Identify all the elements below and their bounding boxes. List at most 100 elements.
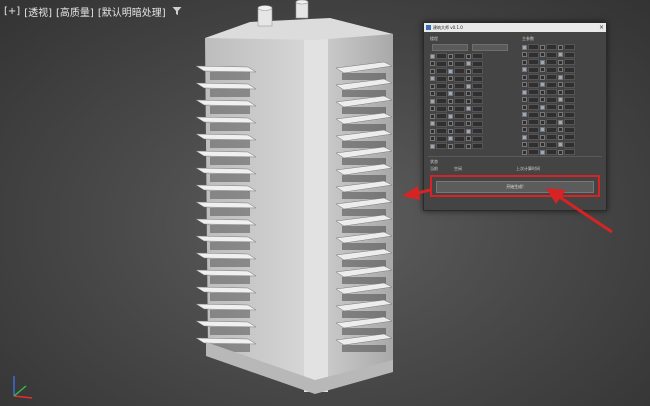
option-checkbox[interactable] [558, 67, 563, 72]
option-number-field[interactable] [436, 98, 447, 104]
option-checkbox[interactable] [540, 112, 545, 117]
option-checkbox[interactable] [466, 121, 471, 126]
option-number-field[interactable] [546, 66, 557, 73]
option-number-field[interactable] [528, 149, 539, 155]
option-number-field[interactable] [472, 83, 483, 89]
option-number-field[interactable] [564, 111, 575, 118]
option-number-field[interactable] [436, 128, 447, 134]
option-number-field[interactable] [472, 113, 483, 119]
option-checkbox[interactable] [522, 89, 527, 95]
option-number-field[interactable] [546, 44, 557, 50]
option-checkbox[interactable] [466, 98, 471, 104]
option-number-field[interactable] [528, 104, 539, 110]
option-checkbox[interactable] [522, 119, 527, 125]
option-number-field[interactable] [436, 120, 447, 127]
option-checkbox[interactable] [430, 113, 435, 119]
option-number-field[interactable] [564, 51, 575, 58]
option-number-field[interactable] [454, 75, 465, 82]
option-number-field[interactable] [546, 149, 557, 155]
option-number-field[interactable] [564, 74, 575, 80]
option-button-2[interactable] [472, 44, 508, 51]
option-number-field[interactable] [454, 98, 465, 104]
option-checkbox[interactable] [466, 68, 471, 74]
option-number-field[interactable] [472, 68, 483, 74]
option-checkbox[interactable] [448, 106, 453, 111]
option-checkbox[interactable] [430, 91, 435, 96]
option-checkbox[interactable] [522, 52, 527, 57]
option-number-field[interactable] [472, 90, 483, 97]
option-number-field[interactable] [436, 135, 447, 142]
option-checkbox[interactable] [466, 136, 471, 141]
option-number-field[interactable] [546, 51, 557, 58]
option-number-field[interactable] [528, 134, 539, 140]
option-checkbox[interactable] [466, 83, 471, 89]
option-checkbox[interactable] [522, 149, 527, 155]
option-checkbox[interactable] [466, 106, 471, 111]
option-checkbox[interactable] [558, 44, 563, 50]
option-number-field[interactable] [546, 119, 557, 125]
option-number-field[interactable] [546, 141, 557, 148]
option-number-field[interactable] [454, 60, 465, 67]
option-checkbox[interactable] [448, 143, 453, 149]
option-number-field[interactable] [472, 120, 483, 127]
option-number-field[interactable] [436, 143, 447, 149]
option-checkbox[interactable] [448, 76, 453, 81]
option-checkbox[interactable] [522, 44, 527, 50]
option-checkbox[interactable] [558, 74, 563, 80]
option-number-field[interactable] [564, 134, 575, 140]
option-number-field[interactable] [454, 128, 465, 134]
option-number-field[interactable] [472, 128, 483, 134]
option-checkbox[interactable] [558, 127, 563, 132]
option-number-field[interactable] [528, 44, 539, 50]
option-number-field[interactable] [528, 51, 539, 58]
option-checkbox[interactable] [430, 61, 435, 66]
option-checkbox[interactable] [466, 76, 471, 81]
option-checkbox[interactable] [558, 142, 563, 147]
building-master-dialog[interactable]: 建筑大师 v0.1.0 × 楼程 主参数 状态 当前 空闲 上次计算时间 开始生… [423, 22, 607, 211]
option-number-field[interactable] [546, 74, 557, 80]
option-checkbox[interactable] [540, 82, 545, 87]
option-checkbox[interactable] [522, 97, 527, 102]
option-checkbox[interactable] [448, 61, 453, 66]
option-number-field[interactable] [436, 83, 447, 89]
option-number-field[interactable] [564, 104, 575, 110]
generate-button[interactable]: 开始生成! [436, 181, 594, 193]
option-checkbox[interactable] [448, 53, 453, 59]
option-checkbox[interactable] [558, 59, 563, 65]
option-number-field[interactable] [528, 141, 539, 148]
option-number-field[interactable] [436, 90, 447, 97]
dialog-titlebar[interactable]: 建筑大师 v0.1.0 × [424, 23, 606, 32]
option-checkbox[interactable] [540, 89, 545, 95]
option-number-field[interactable] [436, 60, 447, 67]
option-number-field[interactable] [564, 81, 575, 88]
option-checkbox[interactable] [466, 53, 471, 59]
option-number-field[interactable] [528, 89, 539, 95]
option-number-field[interactable] [436, 105, 447, 112]
option-checkbox[interactable] [522, 134, 527, 140]
option-checkbox[interactable] [522, 67, 527, 72]
option-checkbox[interactable] [540, 44, 545, 50]
option-number-field[interactable] [472, 53, 483, 59]
option-checkbox[interactable] [540, 134, 545, 140]
option-button-1[interactable] [432, 44, 468, 51]
option-number-field[interactable] [454, 83, 465, 89]
option-checkbox[interactable] [448, 91, 453, 96]
option-checkbox[interactable] [448, 121, 453, 126]
option-checkbox[interactable] [540, 119, 545, 125]
option-checkbox[interactable] [558, 112, 563, 117]
option-number-field[interactable] [454, 120, 465, 127]
option-number-field[interactable] [436, 113, 447, 119]
option-number-field[interactable] [472, 143, 483, 149]
option-number-field[interactable] [564, 59, 575, 65]
option-checkbox[interactable] [430, 68, 435, 74]
option-checkbox[interactable] [522, 142, 527, 147]
option-checkbox[interactable] [430, 53, 435, 59]
option-checkbox[interactable] [466, 61, 471, 66]
option-number-field[interactable] [454, 53, 465, 59]
option-checkbox[interactable] [430, 128, 435, 134]
option-checkbox[interactable] [522, 59, 527, 65]
option-number-field[interactable] [546, 111, 557, 118]
option-checkbox[interactable] [558, 89, 563, 95]
option-number-field[interactable] [528, 66, 539, 73]
option-checkbox[interactable] [540, 127, 545, 132]
